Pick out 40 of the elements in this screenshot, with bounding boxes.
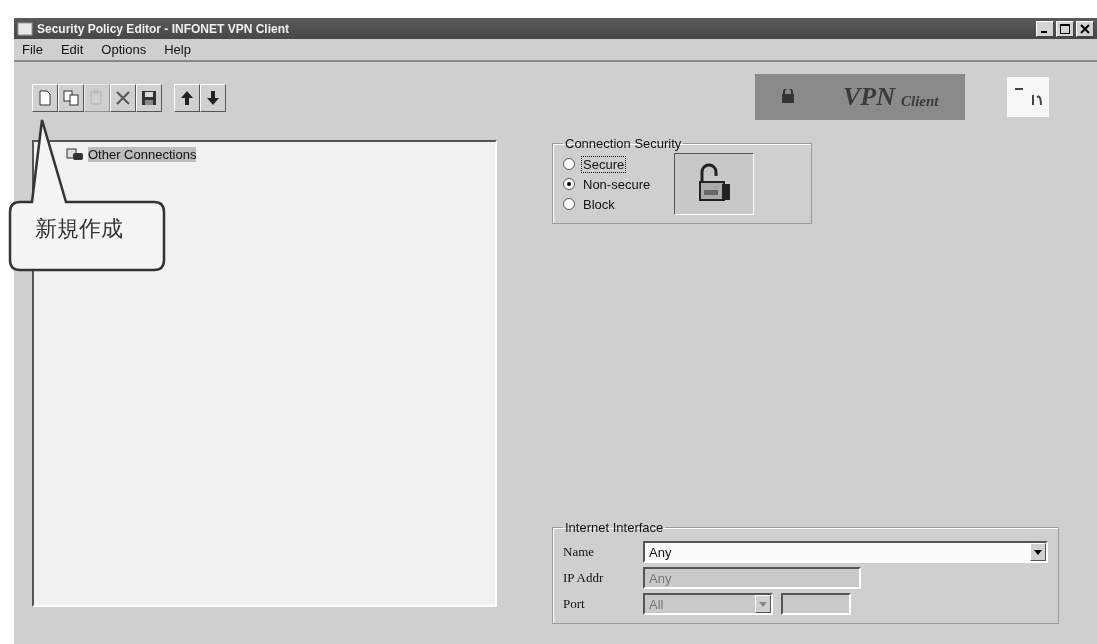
- new-button[interactable]: [32, 84, 58, 112]
- name-dropdown[interactable]: Any: [643, 541, 1048, 563]
- group-title: Internet Interface: [564, 520, 665, 535]
- window-title: Security Policy Editor - INFONET VPN Client: [37, 21, 290, 36]
- menu-item[interactable]: Options: [101, 42, 147, 57]
- copy-button[interactable]: [58, 84, 84, 112]
- app-icon: [17, 20, 33, 37]
- new-icon: [36, 89, 54, 107]
- menu-item[interactable]: Help: [164, 42, 191, 57]
- radio-option[interactable]: Block: [563, 195, 653, 213]
- close-icon: [1080, 23, 1090, 34]
- close-button[interactable]: [1076, 20, 1094, 37]
- delete-button[interactable]: [110, 84, 136, 112]
- down-icon: [204, 89, 222, 107]
- port-field[interactable]: [781, 593, 851, 615]
- logo-banner: VPN Client: [755, 74, 965, 120]
- callout-text: 新規作成: [35, 215, 123, 243]
- group-title: Connection Security: [564, 136, 683, 151]
- menu-item[interactable]: File: [22, 42, 43, 57]
- up-icon: [178, 89, 196, 107]
- delete-icon: [114, 89, 132, 107]
- logo-icon: [1007, 77, 1049, 117]
- radio-option[interactable]: Non-secure: [563, 175, 653, 193]
- field-label: Name: [563, 544, 596, 560]
- field-label: Port: [563, 596, 586, 612]
- minimize-button[interactable]: [1036, 20, 1054, 37]
- save-icon: [140, 89, 158, 107]
- down-button[interactable]: [200, 84, 226, 112]
- dropdown-arrow-icon: [1034, 549, 1042, 555]
- padlock-icon: [779, 89, 797, 105]
- copy-icon: [62, 89, 80, 107]
- connection-icon: [65, 146, 85, 162]
- save-button[interactable]: [136, 84, 162, 112]
- up-button[interactable]: [174, 84, 200, 112]
- maximize-icon: [1060, 23, 1070, 34]
- maximize-button[interactable]: [1056, 20, 1074, 37]
- minimize-icon: [1041, 30, 1047, 33]
- field-label: IP Addr: [563, 570, 605, 586]
- menu-item[interactable]: Edit: [60, 42, 84, 57]
- dropdown-arrow-icon: [759, 601, 767, 607]
